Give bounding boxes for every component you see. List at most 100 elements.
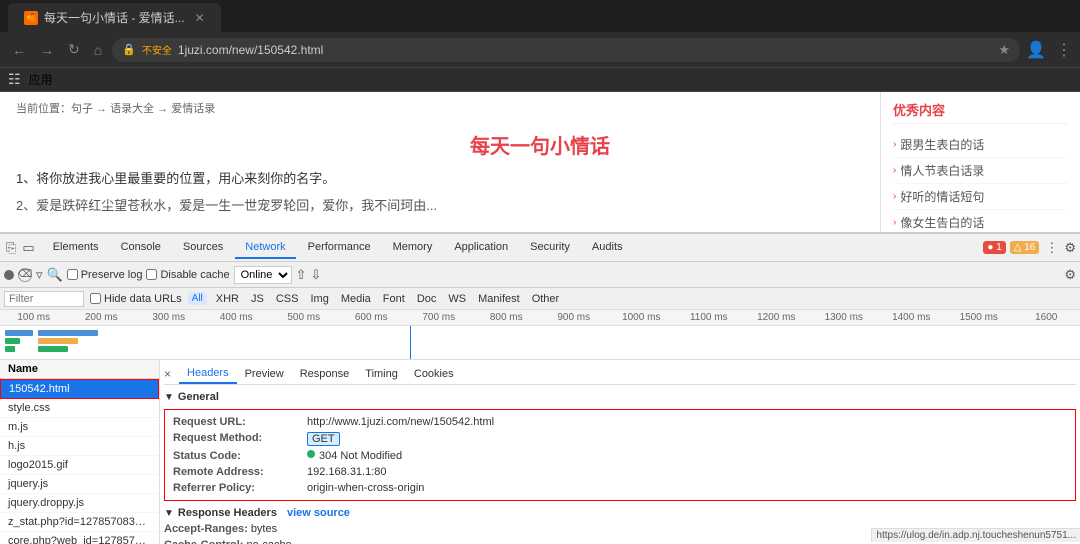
devtools-tab-bar: ⎘ ▭ Elements Console Sources Network Per… <box>0 234 1080 262</box>
filter-doc[interactable]: Doc <box>414 292 440 306</box>
tab-sources[interactable]: Sources <box>173 237 233 259</box>
file-item-0[interactable]: 150542.html <box>0 379 159 399</box>
file-item-4[interactable]: logo2015.gif <box>0 456 159 475</box>
detail-tab-timing[interactable]: Timing <box>357 365 406 383</box>
menu-icon[interactable]: ⋮ <box>1056 40 1072 60</box>
detail-tab-headers[interactable]: Headers <box>179 364 237 384</box>
back-button[interactable]: ← <box>8 40 30 60</box>
view-source-link[interactable]: view source <box>287 507 350 519</box>
preserve-log-checkbox[interactable]: Preserve log <box>67 269 143 281</box>
filter-icon[interactable]: ▿ <box>36 267 43 283</box>
filter-js[interactable]: JS <box>248 292 267 306</box>
timeline-bars <box>0 326 1080 360</box>
tab-close-icon[interactable]: ✕ <box>195 11 205 25</box>
search-icon[interactable]: 🔍 <box>47 267 63 283</box>
profile-icon[interactable]: 👤 <box>1026 40 1046 60</box>
filter-bar: Hide data URLs All XHR JS CSS Img Media … <box>0 288 1080 310</box>
detail-tab-response[interactable]: Response <box>292 365 358 383</box>
file-item-3[interactable]: h.js <box>0 437 159 456</box>
tab-network[interactable]: Network <box>235 237 295 259</box>
filter-img[interactable]: Img <box>307 292 331 306</box>
tab-console[interactable]: Console <box>111 237 171 259</box>
file-item-6[interactable]: jquery.droppy.js <box>0 494 159 513</box>
download-icon[interactable]: ⇩ <box>310 267 321 283</box>
breadcrumb: 当前位置：句子 → 语录大全 → 爱情话录 <box>16 100 215 116</box>
filter-xhr[interactable]: XHR <box>213 292 242 306</box>
security-icon: 🔒 <box>122 43 136 56</box>
bottom-url-bar: https://ulog.de/in.adp.nj.toucheshenun57… <box>871 528 1080 542</box>
filter-font[interactable]: Font <box>380 292 408 306</box>
filter-css[interactable]: CSS <box>273 292 302 306</box>
bookmark-icon[interactable]: ★ <box>998 42 1010 58</box>
referrer-policy-value: origin-when-cross-origin <box>307 482 424 494</box>
general-section-header[interactable]: ▼ General <box>164 389 1076 405</box>
tab-elements[interactable]: Elements <box>43 237 109 259</box>
request-method-value: GET <box>307 432 340 446</box>
remote-address-value: 192.168.31.1:80 <box>307 466 387 478</box>
filter-ws[interactable]: WS <box>445 292 469 306</box>
bookmarks-bar: ☷ 应用 <box>0 68 1080 92</box>
filter-other[interactable]: Other <box>529 292 563 306</box>
status-code-value: 304 Not Modified <box>319 450 402 462</box>
sidebar-item-2[interactable]: › 情人节表白话录 <box>893 158 1068 184</box>
throttle-select[interactable]: Online <box>234 266 292 284</box>
detail-tab-preview[interactable]: Preview <box>237 365 292 383</box>
clear-icon[interactable]: ⌫ <box>18 268 32 282</box>
more-tools-icon[interactable]: ⋮ <box>1045 240 1058 256</box>
reload-button[interactable]: ↻ <box>64 39 84 60</box>
referrer-policy-label: Referrer Policy: <box>173 482 303 494</box>
disable-cache-checkbox[interactable]: Disable cache <box>146 269 229 281</box>
file-item-1[interactable]: style.css <box>0 399 159 418</box>
warn-badge: △ 16 <box>1010 241 1040 254</box>
request-url-row: Request URL: http://www.1juzi.com/new/15… <box>173 414 1067 430</box>
detail-tab-bar: × Headers Preview Response Timing Cookie… <box>164 364 1076 385</box>
sidebar-item-1[interactable]: › 跟男生表白的话 <box>893 132 1068 158</box>
tab-audits[interactable]: Audits <box>582 237 633 259</box>
upload-icon[interactable]: ⇧ <box>296 267 307 283</box>
tab-application[interactable]: Application <box>444 237 518 259</box>
home-button[interactable]: ⌂ <box>90 40 106 60</box>
hide-data-urls-checkbox[interactable]: Hide data URLs <box>90 293 182 305</box>
address-text[interactable]: 1juzi.com/new/150542.html <box>178 43 993 57</box>
referrer-policy-row: Referrer Policy: origin-when-cross-origi… <box>173 480 1067 496</box>
filter-manifest[interactable]: Manifest <box>475 292 523 306</box>
request-detail: × Headers Preview Response Timing Cookie… <box>160 360 1080 544</box>
request-url-value: http://www.1juzi.com/new/150542.html <box>307 416 494 428</box>
forward-button[interactable]: → <box>36 40 58 60</box>
triangle-icon: ▼ <box>164 392 174 403</box>
sidebar-item-3[interactable]: › 好听的情话短句 <box>893 184 1068 210</box>
inspect-icon[interactable]: ⎘ <box>4 238 18 258</box>
tab-memory[interactable]: Memory <box>383 237 443 259</box>
tab-security[interactable]: Security <box>520 237 580 259</box>
address-input-wrap[interactable]: 🔒 不安全 1juzi.com/new/150542.html ★ <box>112 38 1020 62</box>
detail-close-button[interactable]: × <box>164 367 171 381</box>
error-badge: ● 1 <box>983 241 1005 254</box>
timeline-ruler: 100 ms 200 ms 300 ms 400 ms 500 ms 600 m… <box>0 310 1080 326</box>
network-controls: ⌫ ▿ 🔍 Preserve log Disable cache Online … <box>0 262 1080 288</box>
status-code-label: Status Code: <box>173 450 303 462</box>
accept-ranges-label: Accept-Ranges: <box>164 523 248 535</box>
file-item-8[interactable]: core.php?web_id=12785708... <box>0 532 159 544</box>
record-stop-icon[interactable] <box>4 270 14 280</box>
filter-input[interactable] <box>4 291 84 307</box>
browser-tab[interactable]: 🍊 每天一句小情话 - 爱情话... ✕ <box>8 3 221 32</box>
request-url-label: Request URL: <box>173 416 303 428</box>
all-badge[interactable]: All <box>188 292 207 305</box>
filter-media[interactable]: Media <box>338 292 374 306</box>
timeline[interactable]: 100 ms 200 ms 300 ms 400 ms 500 ms 600 m… <box>0 310 1080 360</box>
apps-icon[interactable]: ☷ <box>8 71 21 88</box>
tab-favicon: 🍊 <box>24 11 38 25</box>
settings-icon[interactable]: ⚙ <box>1064 240 1076 256</box>
general-section-label: General <box>178 391 219 403</box>
detail-tab-cookies[interactable]: Cookies <box>406 365 462 383</box>
mobile-icon[interactable]: ▭ <box>20 238 36 258</box>
file-item-7[interactable]: z_stat.php?id=127857083&... <box>0 513 159 532</box>
file-item-2[interactable]: m.js <box>0 418 159 437</box>
arrow-icon-1: › <box>893 139 896 150</box>
response-headers-header[interactable]: ▼ Response Headers view source <box>164 505 1076 521</box>
status-dot-icon <box>307 450 315 458</box>
tab-performance[interactable]: Performance <box>298 237 381 259</box>
gear-icon[interactable]: ⚙ <box>1064 267 1076 283</box>
file-item-5[interactable]: jquery.js <box>0 475 159 494</box>
arrow-icon-2: › <box>893 165 896 176</box>
